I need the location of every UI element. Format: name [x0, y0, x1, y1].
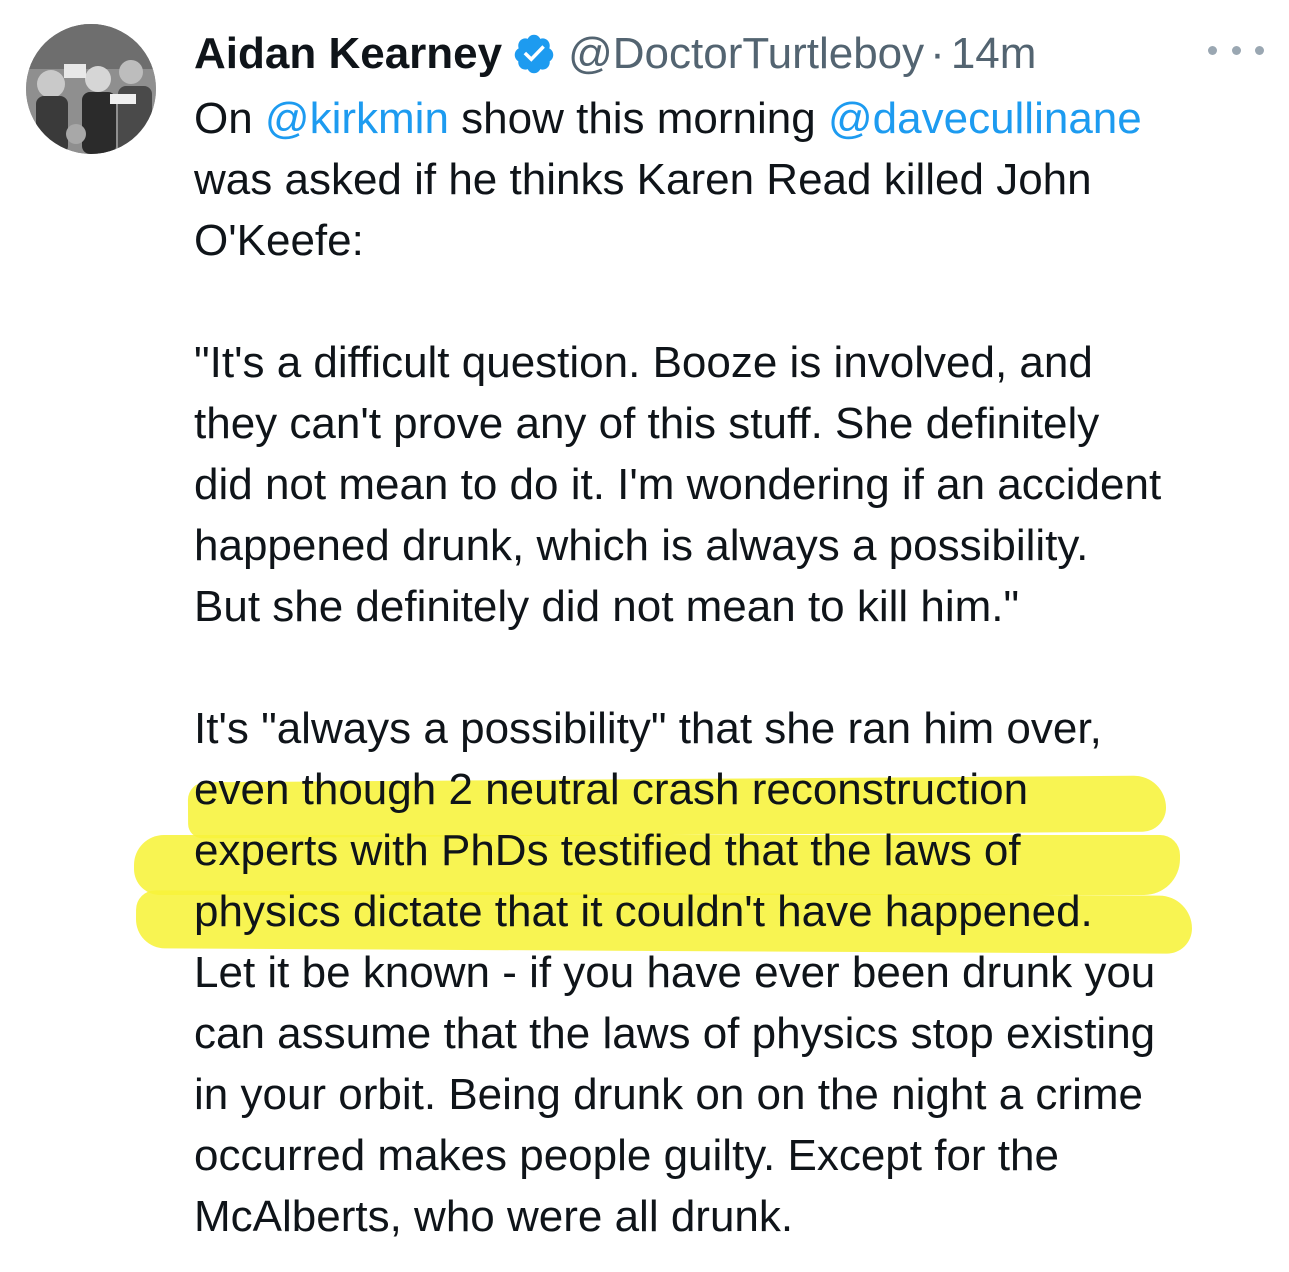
tweet: Aidan Kearney @DoctorTurtleboy · 14m On … [0, 0, 1289, 1272]
avatar-photo-icon [26, 24, 156, 154]
mention-link[interactable]: @kirkmin [265, 94, 449, 143]
tweet-line: did not mean to do it. I'm wondering if … [194, 460, 1162, 509]
tweet-line: in your orbit. Being drunk on on the nig… [194, 1070, 1143, 1119]
tweet-line: McAlberts, who were all drunk. [194, 1192, 794, 1241]
tweet-line-highlighted: even though 2 neutral crash reconstructi… [194, 765, 1029, 814]
tweet-line: On @kirkmin show this morning @daveculli… [194, 94, 1142, 143]
avatar[interactable] [26, 24, 156, 154]
tweet-line: "It's a difficult question. Booze is inv… [194, 338, 1093, 387]
author-handle[interactable]: @DoctorTurtleboy [568, 29, 924, 79]
tweet-header: Aidan Kearney @DoctorTurtleboy · 14m [194, 28, 1036, 80]
tweet-line: can assume that the laws of physics stop… [194, 1009, 1156, 1058]
tweet-line: It's "always a possibility" that she ran… [194, 704, 1102, 753]
tweet-line: occurred makes people guilty. Except for… [194, 1131, 1059, 1180]
more-options-icon[interactable] [1208, 36, 1264, 64]
author-name[interactable]: Aidan Kearney [194, 29, 502, 79]
more-dot [1208, 45, 1217, 55]
tweet-line: they can't prove any of this stuff. She … [194, 399, 1100, 448]
tweet-line-highlighted: experts with PhDs testified that the law… [194, 826, 1021, 875]
tweet-line: O'Keefe: [194, 216, 364, 265]
verified-badge-icon [512, 32, 556, 76]
mention-link[interactable]: @davecullinane [828, 94, 1142, 143]
more-dot [1231, 45, 1241, 55]
tweet-line: happened drunk, which is always a possib… [194, 521, 1089, 570]
tweet-line: But she definitely did not mean to kill … [194, 582, 1020, 631]
more-dot [1255, 45, 1264, 55]
tweet-text: On @kirkmin show this morning @daveculli… [134, 88, 1274, 1247]
tweet-line: Let it be known - if you have ever been … [194, 948, 1156, 997]
tweet-line: was asked if he thinks Karen Read killed… [194, 155, 1092, 204]
tweet-line-highlighted: physics dictate that it couldn't have ha… [194, 887, 1093, 936]
header-separator: · [930, 29, 945, 78]
tweet-timestamp[interactable]: 14m [951, 29, 1037, 79]
